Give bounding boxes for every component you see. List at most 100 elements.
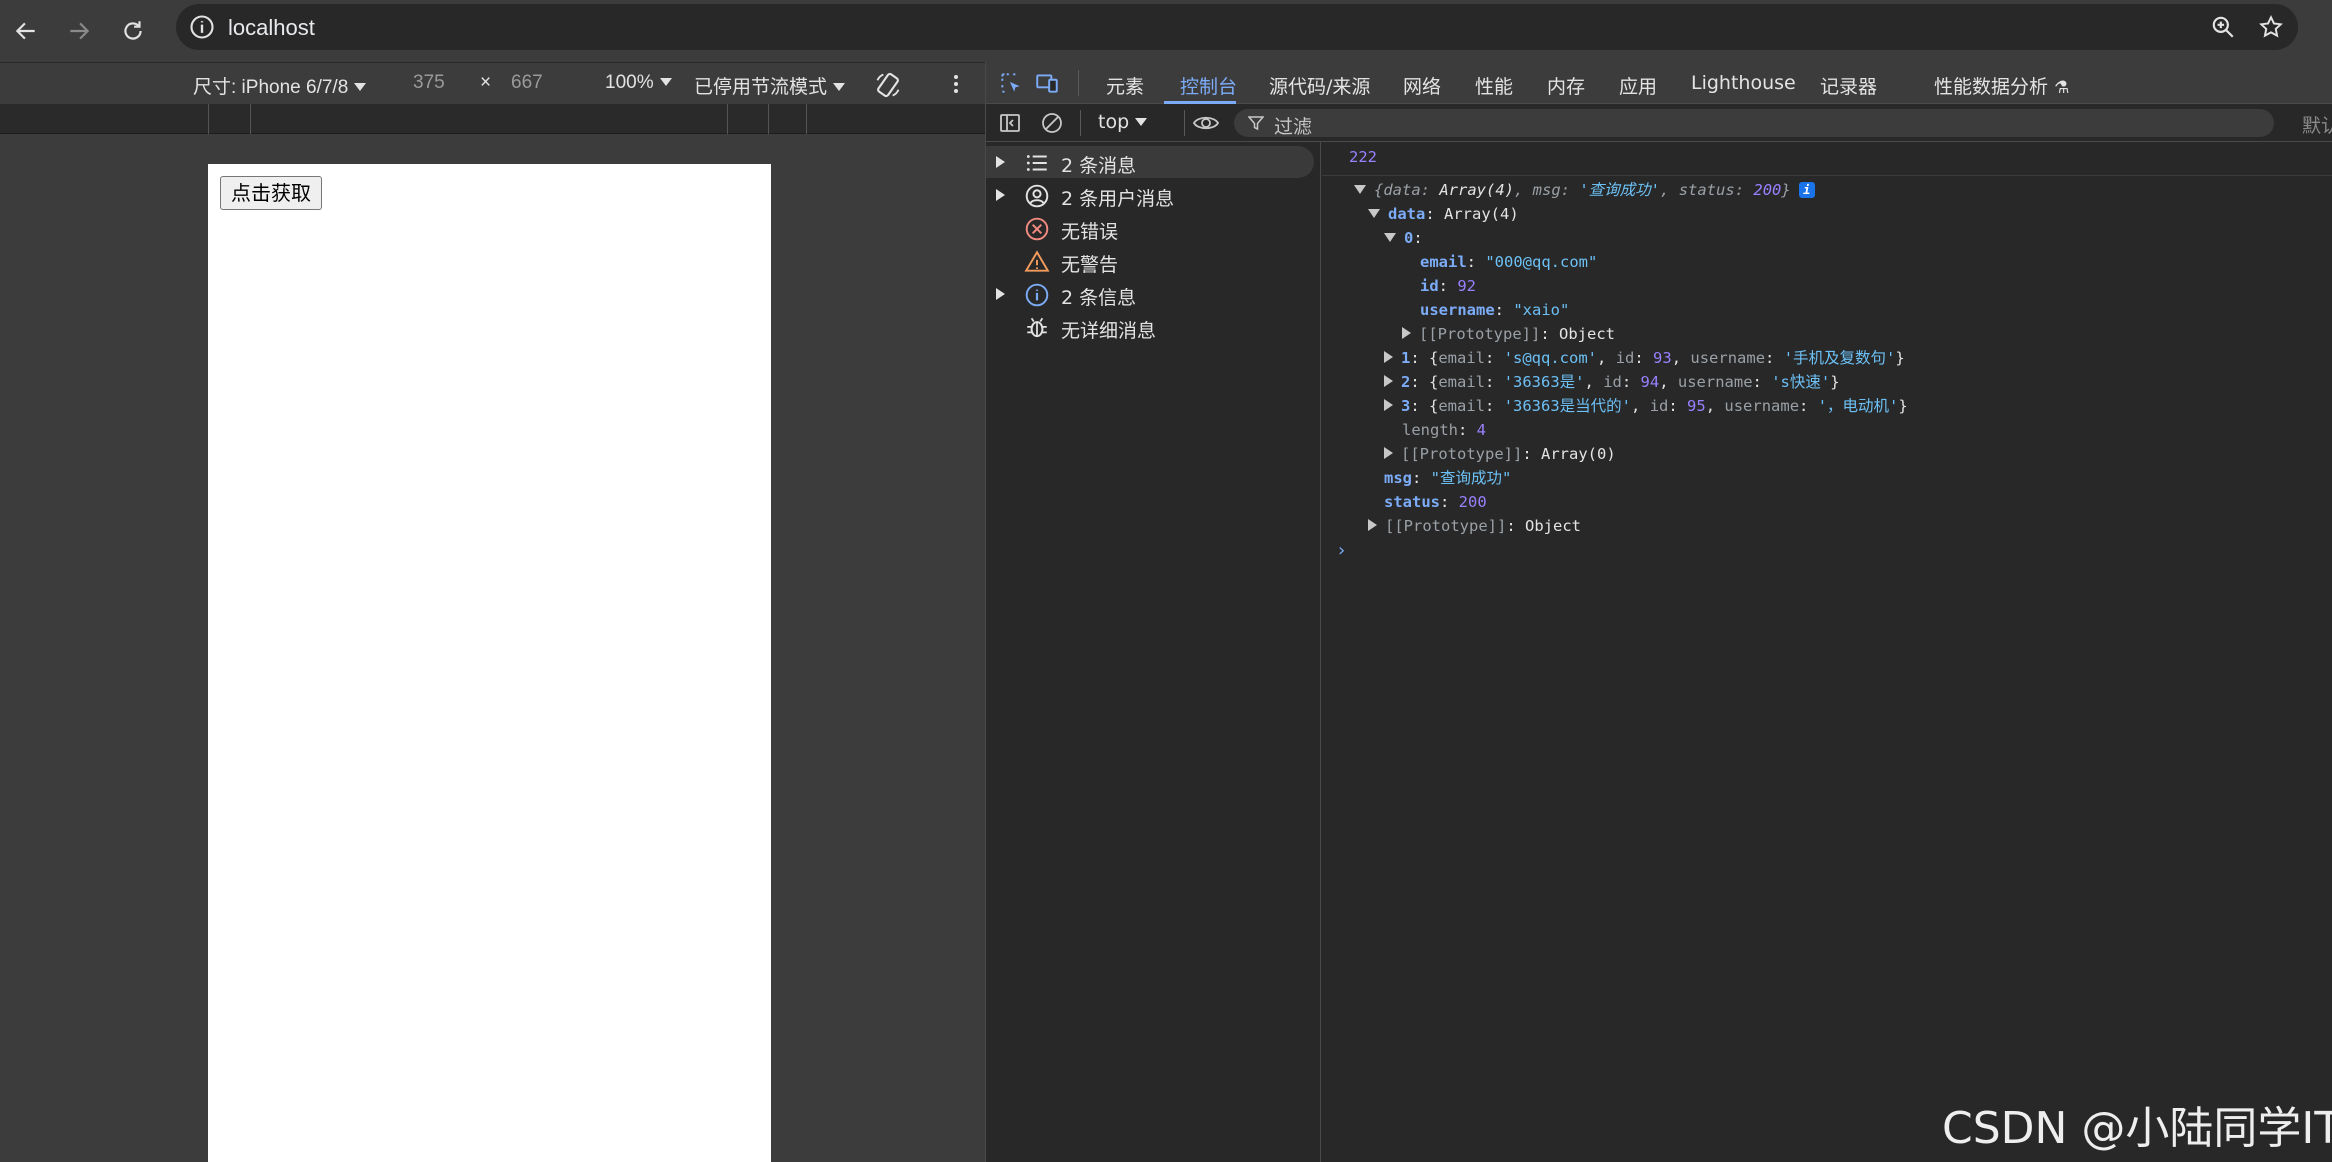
collapse-arrow-icon xyxy=(1384,233,1396,242)
address-bar[interactable]: localhost xyxy=(176,4,2298,50)
tab-performance-insights[interactable]: 性能数据分析 ⚗ xyxy=(1934,72,2069,99)
media-query-ruler xyxy=(0,104,985,134)
zoom-icon[interactable] xyxy=(2210,14,2236,40)
console-sidebar: 2 条消息 2 条用户消息 无错误 无警告 2 条信息 无详细消息 xyxy=(986,142,1321,1162)
ruler-segment[interactable] xyxy=(768,104,769,134)
collapse-arrow-icon xyxy=(1354,185,1366,194)
expand-arrow-icon xyxy=(996,189,1005,201)
chevron-down-icon xyxy=(659,78,672,86)
tree-item-2[interactable]: 2: {email: '36363是', id: 94, username: '… xyxy=(1384,371,1840,393)
console-output: 222 {data: Array(4), msg: '查询成功', status… xyxy=(1322,142,2332,1162)
expand-arrow-icon xyxy=(1368,519,1377,531)
tree-prototype-root[interactable]: [[Prototype]]: Object xyxy=(1368,515,1581,537)
filter-funnel-icon xyxy=(1248,116,1264,131)
reload-button[interactable] xyxy=(112,10,154,52)
reload-icon xyxy=(124,21,142,40)
back-arrow-icon xyxy=(15,22,35,40)
clear-console-icon[interactable] xyxy=(1040,111,1064,135)
forward-button[interactable] xyxy=(58,10,100,52)
tab-performance[interactable]: 性能 xyxy=(1475,72,1513,99)
device-toolbar: 尺寸: iPhone 6/7/8 375 × 667 100% 已停用节流模式 xyxy=(0,62,985,104)
chevron-down-icon xyxy=(354,83,367,91)
object-summary[interactable]: {data: Array(4), msg: '查询成功', status: 20… xyxy=(1354,179,1815,201)
sidebar-item-errors[interactable]: 无错误 xyxy=(986,212,1314,244)
ruler-segment[interactable] xyxy=(727,104,728,134)
expand-arrow-icon xyxy=(1384,447,1393,459)
tree-prototype-array[interactable]: [[Prototype]]: Array(0) xyxy=(1384,443,1616,465)
expand-arrow-icon xyxy=(996,156,1005,168)
tree-item-3[interactable]: 3: {email: '36363是当代的', id: 95, username… xyxy=(1384,395,1908,417)
sidebar-item-user-messages[interactable]: 2 条用户消息 xyxy=(986,179,1314,211)
tab-application[interactable]: 应用 xyxy=(1619,72,1657,99)
list-icon xyxy=(1026,155,1047,171)
expand-arrow-icon xyxy=(996,288,1005,300)
context-select[interactable]: top xyxy=(1098,111,1148,133)
expand-arrow-icon xyxy=(1402,327,1411,339)
dimension-times: × xyxy=(480,72,492,93)
ruler-segment[interactable] xyxy=(250,104,251,134)
tree-email: email: "000@qq.com" xyxy=(1420,253,1598,271)
more-options-icon[interactable] xyxy=(944,72,968,96)
sidebar-item-info[interactable]: 2 条信息 xyxy=(986,278,1314,310)
tab-memory[interactable]: 内存 xyxy=(1547,72,1585,99)
tree-prototype-object[interactable]: [[Prototype]]: Object xyxy=(1402,323,1615,345)
tree-item-0[interactable]: 0: xyxy=(1384,227,1423,249)
sidebar-item-messages[interactable]: 2 条消息 xyxy=(986,146,1314,178)
live-expression-eye-icon[interactable] xyxy=(1192,111,1220,135)
inspect-element-icon[interactable] xyxy=(998,70,1024,96)
fetch-button[interactable]: 点击获取 xyxy=(220,176,322,210)
tab-console[interactable]: 控制台 xyxy=(1180,72,1237,99)
device-screen: 点击获取 xyxy=(208,164,771,1162)
tree-msg: msg: "查询成功" xyxy=(1384,469,1512,487)
console-prompt[interactable]: › xyxy=(1336,540,1347,562)
tab-network[interactable]: 网络 xyxy=(1403,72,1441,99)
ruler-segment[interactable] xyxy=(806,104,807,134)
bookmark-star-icon[interactable] xyxy=(2258,14,2284,40)
site-info-icon[interactable] xyxy=(188,13,216,41)
zoom-select[interactable]: 100% xyxy=(605,72,672,94)
tree-data[interactable]: data: Array(4) xyxy=(1368,203,1519,225)
expand-arrow-icon xyxy=(1384,351,1393,363)
expand-arrow-icon xyxy=(1384,375,1393,387)
tab-lighthouse[interactable]: Lighthouse xyxy=(1691,72,1796,94)
chevron-down-icon xyxy=(1135,118,1148,126)
sidebar-item-verbose[interactable]: 无详细消息 xyxy=(986,311,1314,343)
console-log-number: 222 xyxy=(1349,148,1377,166)
collapse-arrow-icon xyxy=(1368,209,1380,218)
error-icon xyxy=(1025,217,1049,241)
chevron-down-icon xyxy=(833,83,846,91)
sidebar-toggle-icon[interactable] xyxy=(998,111,1022,135)
info-badge-icon[interactable]: i xyxy=(1798,182,1815,198)
throttle-select[interactable]: 已停用节流模式 xyxy=(694,72,846,99)
ruler-segment[interactable] xyxy=(208,104,209,134)
device-mode-icon[interactable] xyxy=(1034,70,1060,96)
height-input[interactable]: 667 xyxy=(511,72,543,94)
tree-status: status: 200 xyxy=(1384,493,1487,511)
watermark: CSDN @小陆同学IT xyxy=(1942,1103,2332,1154)
width-input[interactable]: 375 xyxy=(413,72,445,94)
devtools-tab-bar: 元素 控制台 源代码/来源 网络 性能 内存 应用 Lighthouse 记录器… xyxy=(986,62,2332,104)
filter-input[interactable]: 过滤 xyxy=(1234,109,2274,138)
log-levels-select[interactable]: 默认 xyxy=(2302,111,2332,138)
tree-item-1[interactable]: 1: {email: 's@qq.com', id: 93, username:… xyxy=(1384,347,1905,369)
back-button[interactable] xyxy=(5,10,47,52)
url-text[interactable]: localhost xyxy=(228,15,315,41)
tree-length: length: 4 xyxy=(1402,421,1487,439)
browser-toolbar: localhost xyxy=(0,0,2332,62)
rotate-icon[interactable] xyxy=(874,71,902,99)
tab-recorder[interactable]: 记录器 xyxy=(1820,72,1877,99)
console-toolbar: top 过滤 默认 xyxy=(986,104,2332,142)
user-icon xyxy=(1025,184,1049,208)
tab-sources[interactable]: 源代码/来源 xyxy=(1269,72,1370,99)
tree-username: username: "xaio" xyxy=(1420,301,1570,319)
bug-icon xyxy=(1027,317,1047,338)
tab-elements[interactable]: 元素 xyxy=(1106,72,1144,99)
device-select[interactable]: 尺寸: iPhone 6/7/8 xyxy=(193,72,367,99)
info-icon xyxy=(1025,283,1049,307)
filter-placeholder: 过滤 xyxy=(1274,116,1313,138)
warning-icon xyxy=(1024,250,1050,272)
console-message-divider xyxy=(1322,175,2332,176)
device-viewport-area: 点击获取 xyxy=(0,134,985,1162)
forward-arrow-icon xyxy=(70,22,90,40)
sidebar-item-warnings[interactable]: 无警告 xyxy=(986,245,1314,277)
